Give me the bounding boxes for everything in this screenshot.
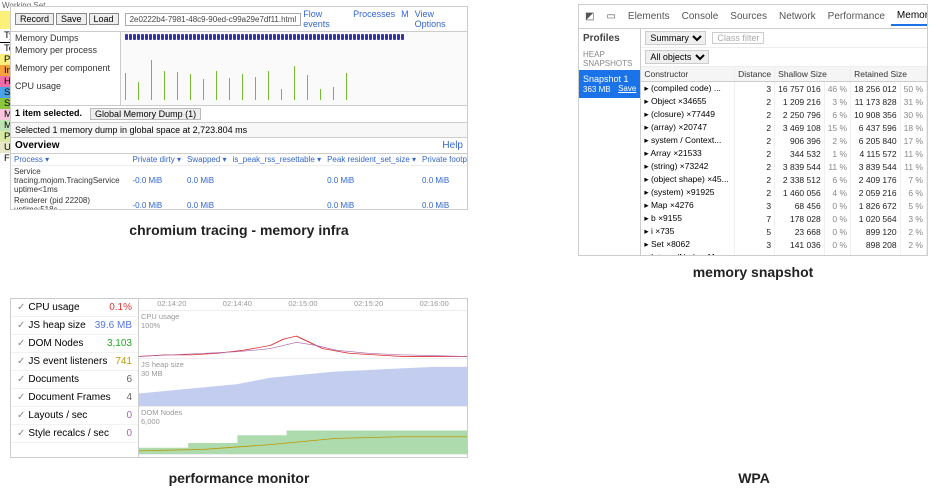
metrics-list: ✓CPU usage0.1%✓JS heap size39.6 MB✓DOM N… [11,299,139,457]
nodes-6000-label: 6,000 [141,417,160,426]
metric-layouts-sec[interactable]: ✓Layouts / sec0 [11,407,138,425]
memory-table: Process ▾Private dirty ▾Swapped ▾is_peak… [11,154,468,210]
metric-cpu-usage[interactable]: ✓CPU usage0.1% [11,299,138,317]
wpa-caption: WPA [578,470,930,486]
perf-charts: 02:14:2002:14:4002:15:0002:15:2002:16:00… [139,299,467,457]
table-row[interactable]: Renderer (pid 22208)uptime:518s-0.0 MiB0… [11,195,468,210]
heap-snapshots-label: HEAP SNAPSHOTS [579,48,640,70]
metric-document-frames[interactable]: ✓Document Frames4 [11,389,138,407]
cpu-chart [139,311,467,358]
tracing-tracks[interactable]: Memory Dumps Memory per process Memory p… [11,32,467,106]
snapshot-caption: memory snapshot [578,264,928,280]
selection-tab[interactable]: Global Memory Dump (1) [90,108,201,120]
tracing-toolbar: Record Save Load 2e0222b4-7981-48c9-90ed… [11,7,467,32]
heap-chart [139,359,467,406]
heap-label: JS heap size [141,360,184,369]
col-constructor[interactable]: Constructor [641,67,734,82]
heap-row[interactable]: ▸ (compiled code) ...316 757 01646 %18 2… [641,82,926,96]
profiles-heading: Profiles [579,29,640,48]
tab-performance[interactable]: Performance [822,8,891,25]
overview-heading: Overview [15,140,59,151]
metric-dom-nodes[interactable]: ✓DOM Nodes3,103 [11,335,138,353]
selection-detail: Selected 1 memory dump in global space a… [11,123,467,138]
heap-row[interactable]: ▸ Array ×215332344 5321 %4 115 57211 % [641,147,926,160]
metric-js-heap-size[interactable]: ✓JS heap size39.6 MB [11,317,138,335]
heap-row[interactable]: ▸ system / Context... 2906 3962 %6 205 8… [641,134,926,147]
tracing-canvas[interactable] [121,32,467,105]
col-Peak resident_set_size[interactable]: Peak resident_set_size ▾ [324,154,419,166]
heap-row[interactable]: ▸ (array) ×2074723 469 10815 %6 437 5961… [641,121,926,134]
snapshot-item[interactable]: Snapshot 1 Save 363 MB [579,70,640,98]
heap-row[interactable]: ▸ b ×91557178 0280 %1 020 5643 % [641,212,926,225]
col-is_peak_rss_resettable[interactable]: is_peak_rss_resettable ▾ [230,154,325,166]
cpu-100-label: 100% [141,321,160,330]
profiles-sidebar: Profiles HEAP SNAPSHOTS Snapshot 1 Save … [579,29,641,256]
m-link[interactable]: M [401,9,409,29]
help-link[interactable]: Help [442,140,463,151]
objects-select[interactable]: All objects [645,50,709,64]
col-Swapped[interactable]: Swapped ▾ [184,154,230,166]
heap-row[interactable]: ▸ (system) ×9192521 460 0564 %2 059 2166… [641,186,926,199]
metric-style-recalcs-sec[interactable]: ✓Style recalcs / sec0 [11,425,138,443]
heap-row[interactable]: ▸ i ×735523 6680 %899 1202 % [641,225,926,238]
summary-select[interactable]: Summary [645,31,706,45]
track-label: Memory per process [11,44,120,56]
col-Private footprint[interactable]: Private footprint ▾ [419,154,468,166]
tab-console[interactable]: Console [676,8,725,25]
cpu-label: CPU usage [141,312,179,321]
tab-network[interactable]: Network [773,8,822,25]
trace-file-name: 2e0222b4-7981-48c9-90ed-c99a29e7df11.htm… [125,13,302,26]
metric-documents[interactable]: ✓Documents6 [11,371,138,389]
tab-elements[interactable]: Elements [622,8,676,25]
heap-row[interactable]: ▸ Map ×4276368 4560 %1 826 6725 % [641,199,926,212]
memory-snapshot-panel: ◩ ▭ Elements Console Sources Network Per… [578,4,928,256]
metric-js-event-listeners[interactable]: ✓JS event listeners741 [11,353,138,371]
snapshot-save-link[interactable]: Save [618,84,636,93]
track-label: CPU usage [11,80,120,92]
snapshot-size: 363 MB [583,85,611,94]
tab-memory[interactable]: Memory [891,7,928,26]
heap-row[interactable]: ▸ (string) ×7324223 839 54411 %3 839 544… [641,160,926,173]
col-Process[interactable]: Process ▾ [11,154,129,166]
snapshot-name: Snapshot 1 [583,74,629,84]
heap-row[interactable]: ▸ Object ×3465521 209 2163 %11 173 82831… [641,95,926,108]
load-button[interactable]: Load [89,13,119,25]
col-distance[interactable]: Distance [735,67,775,82]
heap-row[interactable]: ▸ (closure) ×7744922 250 7966 %10 908 35… [641,108,926,121]
heap-row[interactable]: ▸ (object shape) ×45...22 338 5126 %2 40… [641,173,926,186]
performance-monitor-panel: ✓CPU usage0.1%✓JS heap size39.6 MB✓DOM N… [10,298,468,458]
col-Private dirty[interactable]: Private dirty ▾ [129,154,183,166]
flow-events-link[interactable]: Flow events [303,9,347,29]
devtools-tabs: ◩ ▭ Elements Console Sources Network Per… [579,5,927,29]
heap-30-label: 30 MB [141,369,163,378]
col-retained[interactable]: Retained Size [851,67,927,82]
heap-row[interactable]: ▸ InternalNode ×11...300 %735 6722 % [641,251,926,256]
view-options-link[interactable]: View Options [415,9,463,29]
table-row[interactable]: Servicetracing.mojom.TracingServiceuptim… [11,166,468,196]
perf-caption: performance monitor [10,470,468,486]
processes-link[interactable]: Processes [353,9,395,29]
selection-count: 1 item selected. [15,108,82,120]
class-filter-input[interactable]: Class filter [712,32,764,44]
heap-row[interactable]: ▸ Set ×80623141 0360 %898 2082 % [641,238,926,251]
track-label: Memory per component [11,62,120,74]
chromium-tracing-panel: Record Save Load 2e0222b4-7981-48c9-90ed… [10,6,468,210]
tracing-caption: chromium tracing - memory infra [10,222,468,238]
tab-sources[interactable]: Sources [724,8,773,25]
inspect-icon[interactable]: ◩ [579,8,600,25]
track-label: Memory Dumps [11,32,120,44]
save-button[interactable]: Save [56,13,87,25]
nodes-chart [139,407,467,454]
device-icon[interactable]: ▭ [600,8,621,25]
col-shallow[interactable]: Shallow Size [775,67,851,82]
heap-table[interactable]: Constructor Distance Shallow Size Retain… [641,67,927,256]
record-button[interactable]: Record [15,13,54,25]
nodes-label: DOM Nodes [141,408,182,417]
